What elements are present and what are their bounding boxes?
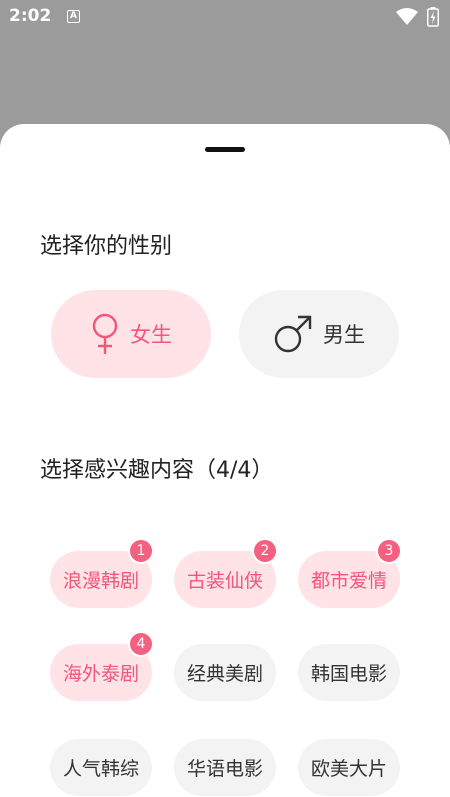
interest-tag[interactable]: 海外泰剧 4 xyxy=(50,631,154,701)
gender-male-button[interactable]: 男生 xyxy=(239,290,399,378)
interest-tag[interactable]: 华语电影 xyxy=(174,739,276,796)
interest-tag-label: 浪漫韩剧 xyxy=(62,570,139,592)
notification-a-icon: A xyxy=(67,10,80,23)
interest-tag[interactable]: 欧美大片 xyxy=(298,739,400,796)
interest-section-title: 选择感兴趣内容（4/4） xyxy=(40,458,274,483)
interest-tag-label: 海外泰剧 xyxy=(62,663,139,685)
battery-charging-icon xyxy=(427,7,439,27)
interest-tag-label: 华语电影 xyxy=(186,758,263,780)
interest-tag-label: 人气韩综 xyxy=(62,758,139,780)
interest-tag-label: 欧美大片 xyxy=(310,758,387,780)
interest-tag[interactable]: 人气韩综 xyxy=(50,739,152,796)
status-time: 2:02 xyxy=(9,6,52,26)
female-symbol-icon xyxy=(92,313,118,354)
interest-tag[interactable]: 古装仙侠 2 xyxy=(174,538,278,608)
gender-female-button[interactable]: 女生 xyxy=(51,290,211,378)
selection-order-badge: 3 xyxy=(376,538,402,564)
male-symbol-icon xyxy=(274,315,312,353)
interest-tag[interactable]: 经典美剧 xyxy=(174,644,276,701)
interest-tag[interactable]: 韩国电影 xyxy=(298,644,400,701)
gender-section-title: 选择你的性别 xyxy=(40,234,173,259)
interest-tag-label: 古装仙侠 xyxy=(186,570,263,592)
interest-tag[interactable]: 都市爱情 3 xyxy=(298,538,402,608)
selection-order-badge: 4 xyxy=(128,631,154,657)
bottom-sheet: 选择你的性别 女生 男生 选择感兴趣内容（4/4） 浪漫韩剧 1 古装仙侠 2 … xyxy=(0,124,450,797)
interest-tag-label: 经典美剧 xyxy=(186,663,263,685)
drag-handle[interactable] xyxy=(205,147,245,152)
gender-male-label: 男生 xyxy=(323,323,365,347)
gender-female-label: 女生 xyxy=(130,323,172,347)
interest-tag-label: 韩国电影 xyxy=(310,663,387,685)
interest-tag-label: 都市爱情 xyxy=(310,570,387,592)
wifi-icon xyxy=(396,8,418,25)
selection-order-badge: 1 xyxy=(128,538,154,564)
status-bar: 2:02 A xyxy=(0,0,450,34)
interest-tag[interactable]: 浪漫韩剧 1 xyxy=(50,538,154,608)
selection-order-badge: 2 xyxy=(252,538,278,564)
